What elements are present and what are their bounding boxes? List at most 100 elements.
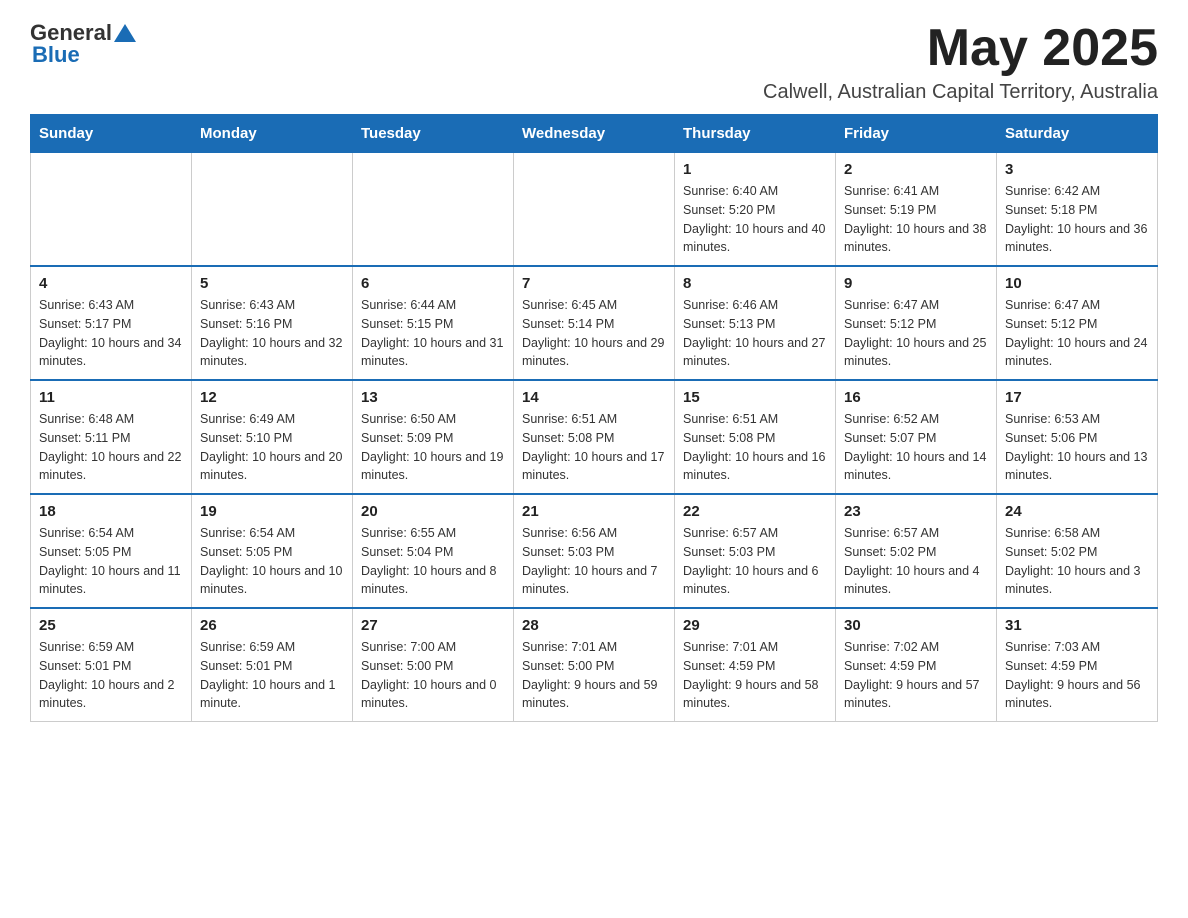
- table-row: 6 Sunrise: 6:44 AMSunset: 5:15 PMDaylight…: [353, 266, 514, 380]
- day-info: Sunrise: 6:59 AMSunset: 5:01 PMDaylight:…: [39, 638, 183, 713]
- day-number: 19: [200, 503, 344, 520]
- day-info: Sunrise: 7:01 AMSunset: 5:00 PMDaylight:…: [522, 638, 666, 713]
- day-info: Sunrise: 6:45 AMSunset: 5:14 PMDaylight:…: [522, 296, 666, 371]
- table-row: 11 Sunrise: 6:48 AMSunset: 5:11 PMDayligh…: [31, 380, 192, 494]
- table-row: 10Sunrise: 6:47 AMSunset: 5:12 PMDayligh…: [997, 266, 1158, 380]
- table-row: [192, 153, 353, 267]
- table-row: 23 Sunrise: 6:57 AMSunset: 5:02 PMDayligh…: [836, 494, 997, 608]
- table-row: 1Sunrise: 6:40 AMSunset: 5:20 PMDaylight…: [675, 153, 836, 267]
- week-row-3: 11 Sunrise: 6:48 AMSunset: 5:11 PMDayligh…: [31, 380, 1158, 494]
- day-number: 8: [683, 275, 827, 292]
- day-number: 6: [361, 275, 505, 292]
- table-row: [514, 153, 675, 267]
- day-info: Sunrise: 6:55 AMSunset: 5:04 PMDaylight:…: [361, 524, 505, 599]
- month-year: May 2025: [763, 20, 1158, 77]
- day-info: Sunrise: 6:57 AMSunset: 5:02 PMDaylight:…: [844, 524, 988, 599]
- day-number: 1: [683, 161, 827, 178]
- table-row: 5 Sunrise: 6:43 AMSunset: 5:16 PMDaylight…: [192, 266, 353, 380]
- header-thursday: Thursday: [675, 115, 836, 153]
- table-row: 4 Sunrise: 6:43 AMSunset: 5:17 PMDaylight…: [31, 266, 192, 380]
- table-row: 7Sunrise: 6:45 AMSunset: 5:14 PMDaylight…: [514, 266, 675, 380]
- header-saturday: Saturday: [997, 115, 1158, 153]
- table-row: 19 Sunrise: 6:54 AMSunset: 5:05 PMDayligh…: [192, 494, 353, 608]
- table-row: 22Sunrise: 6:57 AMSunset: 5:03 PMDayligh…: [675, 494, 836, 608]
- day-info: Sunrise: 6:44 AMSunset: 5:15 PMDaylight:…: [361, 296, 505, 371]
- table-row: [353, 153, 514, 267]
- day-info: Sunrise: 6:54 AMSunset: 5:05 PMDaylight:…: [39, 524, 183, 599]
- day-number: 22: [683, 503, 827, 520]
- day-info: Sunrise: 6:58 AMSunset: 5:02 PMDaylight:…: [1005, 524, 1149, 599]
- table-row: 31Sunrise: 7:03 AMSunset: 4:59 PMDayligh…: [997, 608, 1158, 722]
- day-number: 28: [522, 617, 666, 634]
- logo-triangle-icon: [114, 22, 136, 44]
- header-wednesday: Wednesday: [514, 115, 675, 153]
- calendar: SundayMondayTuesdayWednesdayThursdayFrid…: [30, 114, 1158, 722]
- day-number: 23: [844, 503, 988, 520]
- day-info: Sunrise: 6:47 AMSunset: 5:12 PMDaylight:…: [1005, 296, 1149, 371]
- day-number: 9: [844, 275, 988, 292]
- day-number: 21: [522, 503, 666, 520]
- day-number: 18: [39, 503, 183, 520]
- week-row-1: 1Sunrise: 6:40 AMSunset: 5:20 PMDaylight…: [31, 153, 1158, 267]
- day-info: Sunrise: 6:52 AMSunset: 5:07 PMDaylight:…: [844, 410, 988, 485]
- day-number: 11: [39, 389, 183, 406]
- day-info: Sunrise: 6:48 AMSunset: 5:11 PMDaylight:…: [39, 410, 183, 485]
- day-number: 30: [844, 617, 988, 634]
- day-info: Sunrise: 6:54 AMSunset: 5:05 PMDaylight:…: [200, 524, 344, 599]
- table-row: 20Sunrise: 6:55 AMSunset: 5:04 PMDayligh…: [353, 494, 514, 608]
- day-info: Sunrise: 6:50 AMSunset: 5:09 PMDaylight:…: [361, 410, 505, 485]
- table-row: 28 Sunrise: 7:01 AMSunset: 5:00 PMDayligh…: [514, 608, 675, 722]
- day-info: Sunrise: 6:59 AMSunset: 5:01 PMDaylight:…: [200, 638, 344, 713]
- day-info: Sunrise: 6:46 AMSunset: 5:13 PMDaylight:…: [683, 296, 827, 371]
- day-info: Sunrise: 7:02 AMSunset: 4:59 PMDaylight:…: [844, 638, 988, 713]
- day-number: 26: [200, 617, 344, 634]
- day-number: 3: [1005, 161, 1149, 178]
- table-row: 30 Sunrise: 7:02 AMSunset: 4:59 PMDayligh…: [836, 608, 997, 722]
- day-number: 27: [361, 617, 505, 634]
- table-row: 17 Sunrise: 6:53 AMSunset: 5:06 PMDayligh…: [997, 380, 1158, 494]
- title-area: May 2025 Calwell, Australian Capital Ter…: [763, 20, 1158, 104]
- header: General Blue May 2025 Calwell, Australia…: [30, 20, 1158, 104]
- day-info: Sunrise: 6:53 AMSunset: 5:06 PMDaylight:…: [1005, 410, 1149, 485]
- table-row: 3Sunrise: 6:42 AMSunset: 5:18 PMDaylight…: [997, 153, 1158, 267]
- day-info: Sunrise: 6:51 AMSunset: 5:08 PMDaylight:…: [683, 410, 827, 485]
- day-number: 5: [200, 275, 344, 292]
- day-number: 29: [683, 617, 827, 634]
- table-row: 25Sunrise: 6:59 AMSunset: 5:01 PMDayligh…: [31, 608, 192, 722]
- day-number: 17: [1005, 389, 1149, 406]
- day-number: 15: [683, 389, 827, 406]
- logo: General Blue: [30, 20, 136, 68]
- day-info: Sunrise: 6:47 AMSunset: 5:12 PMDaylight:…: [844, 296, 988, 371]
- day-number: 4: [39, 275, 183, 292]
- day-info: Sunrise: 6:49 AMSunset: 5:10 PMDaylight:…: [200, 410, 344, 485]
- week-row-4: 18 Sunrise: 6:54 AMSunset: 5:05 PMDayligh…: [31, 494, 1158, 608]
- week-row-5: 25Sunrise: 6:59 AMSunset: 5:01 PMDayligh…: [31, 608, 1158, 722]
- day-number: 2: [844, 161, 988, 178]
- day-info: Sunrise: 6:51 AMSunset: 5:08 PMDaylight:…: [522, 410, 666, 485]
- table-row: 9 Sunrise: 6:47 AMSunset: 5:12 PMDaylight…: [836, 266, 997, 380]
- table-row: 18 Sunrise: 6:54 AMSunset: 5:05 PMDayligh…: [31, 494, 192, 608]
- table-row: 24 Sunrise: 6:58 AMSunset: 5:02 PMDayligh…: [997, 494, 1158, 608]
- week-row-2: 4 Sunrise: 6:43 AMSunset: 5:17 PMDaylight…: [31, 266, 1158, 380]
- table-row: 14 Sunrise: 6:51 AMSunset: 5:08 PMDayligh…: [514, 380, 675, 494]
- day-number: 12: [200, 389, 344, 406]
- day-number: 14: [522, 389, 666, 406]
- day-info: Sunrise: 7:01 AMSunset: 4:59 PMDaylight:…: [683, 638, 827, 713]
- day-info: Sunrise: 6:43 AMSunset: 5:16 PMDaylight:…: [200, 296, 344, 371]
- header-monday: Monday: [192, 115, 353, 153]
- day-info: Sunrise: 7:00 AMSunset: 5:00 PMDaylight:…: [361, 638, 505, 713]
- table-row: 12 Sunrise: 6:49 AMSunset: 5:10 PMDayligh…: [192, 380, 353, 494]
- calendar-header-row: SundayMondayTuesdayWednesdayThursdayFrid…: [31, 115, 1158, 153]
- table-row: 8 Sunrise: 6:46 AMSunset: 5:13 PMDaylight…: [675, 266, 836, 380]
- logo-text-blue: Blue: [32, 42, 80, 68]
- day-info: Sunrise: 6:56 AMSunset: 5:03 PMDaylight:…: [522, 524, 666, 599]
- header-sunday: Sunday: [31, 115, 192, 153]
- location: Calwell, Australian Capital Territory, A…: [763, 81, 1158, 104]
- table-row: [31, 153, 192, 267]
- day-number: 24: [1005, 503, 1149, 520]
- day-info: Sunrise: 6:43 AMSunset: 5:17 PMDaylight:…: [39, 296, 183, 371]
- table-row: 13Sunrise: 6:50 AMSunset: 5:09 PMDayligh…: [353, 380, 514, 494]
- day-info: Sunrise: 7:03 AMSunset: 4:59 PMDaylight:…: [1005, 638, 1149, 713]
- day-number: 16: [844, 389, 988, 406]
- table-row: 29 Sunrise: 7:01 AMSunset: 4:59 PMDayligh…: [675, 608, 836, 722]
